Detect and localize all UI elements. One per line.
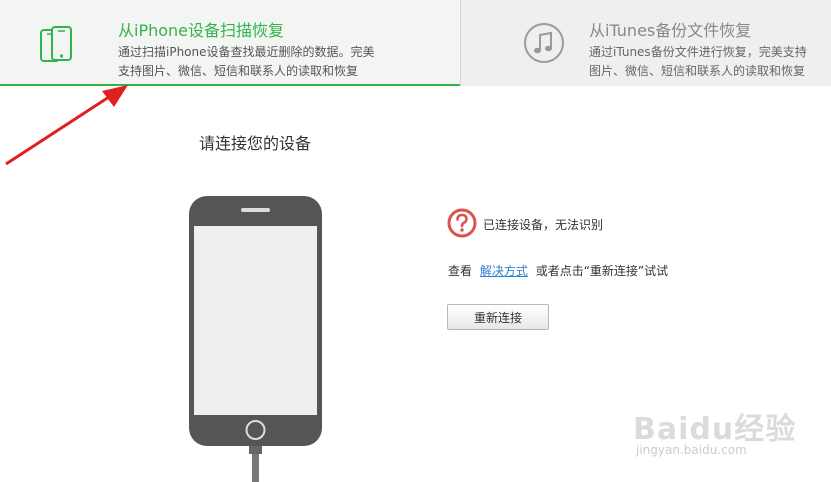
hint-prefix: 查看 xyxy=(448,264,473,278)
tab-scan-iphone-desc: 通过扫描iPhone设备查找最近删除的数据。完美 支持图片、微信、短信和联系人的… xyxy=(118,43,375,81)
question-warning-icon xyxy=(447,208,477,242)
tab-desc-line: 通过扫描iPhone设备查找最近删除的数据。完美 xyxy=(118,45,375,59)
tab-scan-iphone-title: 从iPhone设备扫描恢复 xyxy=(118,21,285,40)
music-note-icon xyxy=(523,22,565,68)
watermark-logo: Baidu经验 xyxy=(633,412,797,447)
iphone-illustration xyxy=(189,196,322,482)
tab-desc-line: 图片、微信、短信和联系人的读取和恢复 xyxy=(589,64,806,78)
watermark-url: jingyan.baidu.com xyxy=(636,443,747,457)
connection-status-text: 已连接设备，无法识别 xyxy=(483,218,604,232)
annotation-arrow xyxy=(5,85,128,166)
reconnect-button[interactable]: 重新连接 xyxy=(447,304,549,330)
tab-itunes-backup-title: 从iTunes备份文件恢复 xyxy=(589,21,752,40)
solution-link[interactable]: 解决方式 xyxy=(480,264,528,278)
tab-itunes-backup-desc: 通过iTunes备份文件进行恢复，完美支持 图片、微信、短信和联系人的读取和恢复 xyxy=(589,43,807,81)
help-hint: 查看 解决方式 或者点击“重新连接”试试 xyxy=(448,262,668,279)
tab-itunes-backup[interactable]: 从iTunes备份文件恢复 通过iTunes备份文件进行恢复，完美支持 图片、微… xyxy=(461,0,831,86)
hint-suffix: 或者点击“重新连接”试试 xyxy=(535,264,669,278)
recovery-mode-tabs: 从iPhone设备扫描恢复 通过扫描iPhone设备查找最近删除的数据。完美 支… xyxy=(0,0,831,86)
page-heading: 请连接您的设备 xyxy=(199,134,312,153)
phone-icon xyxy=(38,26,78,70)
tab-desc-line: 通过iTunes备份文件进行恢复，完美支持 xyxy=(589,45,807,59)
tab-desc-line: 支持图片、微信、短信和联系人的读取和恢复 xyxy=(118,64,359,78)
tab-scan-iphone[interactable]: 从iPhone设备扫描恢复 通过扫描iPhone设备查找最近删除的数据。完美 支… xyxy=(0,0,461,86)
